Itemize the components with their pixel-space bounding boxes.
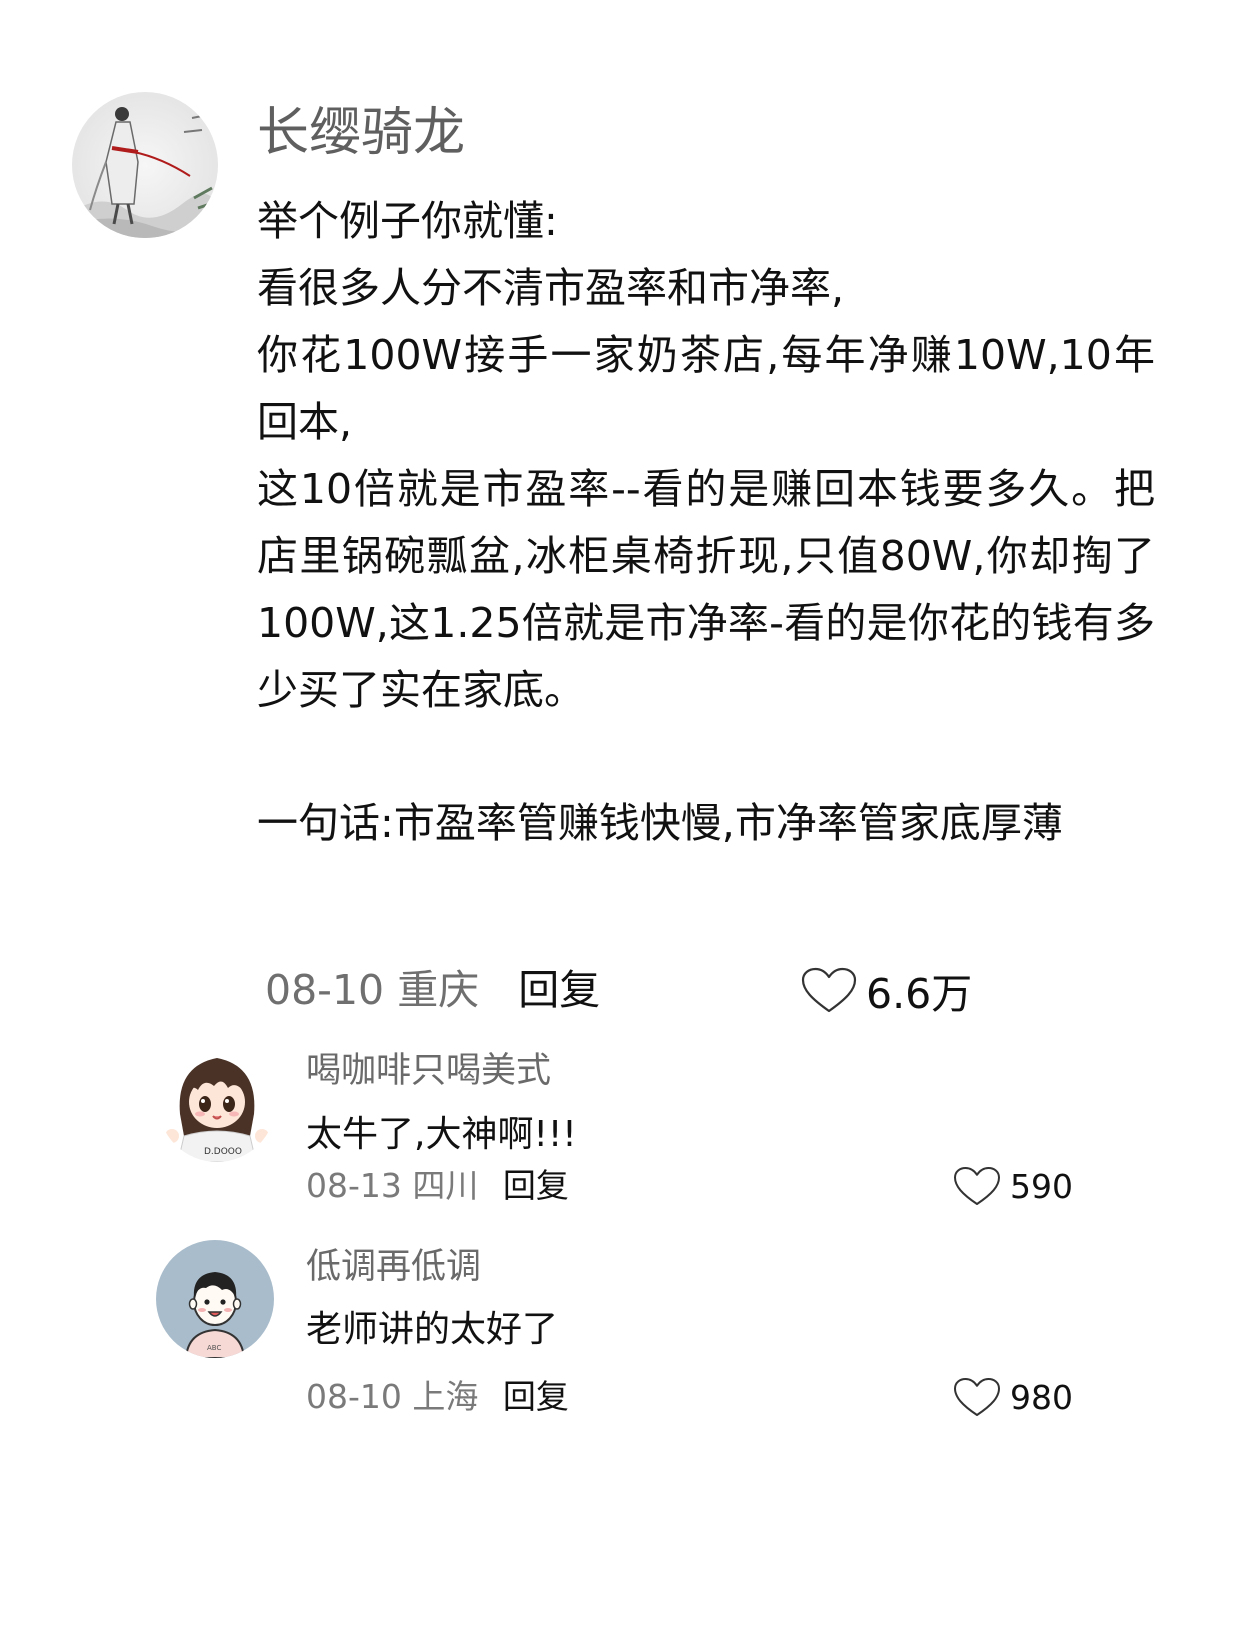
reply-author-name[interactable]: 低调再低调 [306,1243,481,1291]
comment-paragraph: 举个例子你就懂: [257,197,558,245]
comment-location: 重庆 [397,966,480,1014]
comment-paragraph: 你花100W接手一家奶茶店,每年净赚10W,10年回本, [257,331,1155,446]
author-name[interactable]: 长缨骑龙 [257,98,465,168]
reply-text: 太牛了,大神啊!!! [306,1114,577,1155]
reply-avatar[interactable]: D.DOOO [158,1044,276,1162]
author-avatar[interactable] [72,92,218,238]
comment-body: 举个例子你就懂: 看很多人分不清市盈率和市净率, 你花100W接手一家奶茶店,每… [257,188,1155,857]
reply-author-name[interactable]: 喝咖啡只喝美式 [306,1047,551,1095]
like-button[interactable]: 6.6万 [800,962,972,1018]
comment-paragraph: 这10倍就是市盈率--看的是赚回本钱要多久。把店里锅碗瓢盆,冰柜桌椅折现,只值8… [257,465,1155,714]
comment-meta: 08-10 重庆 回复 [265,962,600,1018]
comment-date: 08-10 [265,966,385,1014]
reply-like-count: 590 [1010,1166,1073,1206]
comment-paragraph: 一句话:市盈率管赚钱快慢,市净率管家底厚薄 [257,799,1063,847]
reply-like-button[interactable]: 980 [952,1374,1073,1420]
reply-text: 老师讲的太好了 [306,1309,559,1350]
heart-outline-icon [954,1167,1000,1205]
reply-button[interactable]: 回复 [503,1377,569,1416]
cartoon-girl-avatar: D.DOOO [158,1044,276,1162]
svg-text:ABC: ABC [207,1344,221,1352]
reply-like-button[interactable]: 590 [952,1163,1073,1209]
reply-button[interactable]: 回复 [518,966,600,1014]
heart-outline-icon [954,1378,1000,1416]
reply-like-count: 980 [1010,1377,1073,1417]
cartoon-boy-avatar: ABC [156,1240,274,1358]
reply-date: 08-10 [306,1377,402,1416]
like-count: 6.6万 [866,970,973,1018]
ink-painting-swordsman-avatar [72,92,218,238]
reply-location: 上海 [412,1377,479,1416]
reply-date: 08-13 [306,1166,402,1205]
svg-text:D.DOOO: D.DOOO [204,1147,242,1157]
reply-meta: 08-13 四川 回复 [306,1163,569,1209]
reply-avatar[interactable]: ABC [156,1240,274,1358]
heart-outline-icon [801,967,857,1013]
reply-button[interactable]: 回复 [503,1166,569,1205]
comment-paragraph: 看很多人分不清市盈率和市净率, [257,264,845,312]
reply-location: 四川 [412,1166,479,1205]
reply-meta: 08-10 上海 回复 [306,1374,569,1420]
